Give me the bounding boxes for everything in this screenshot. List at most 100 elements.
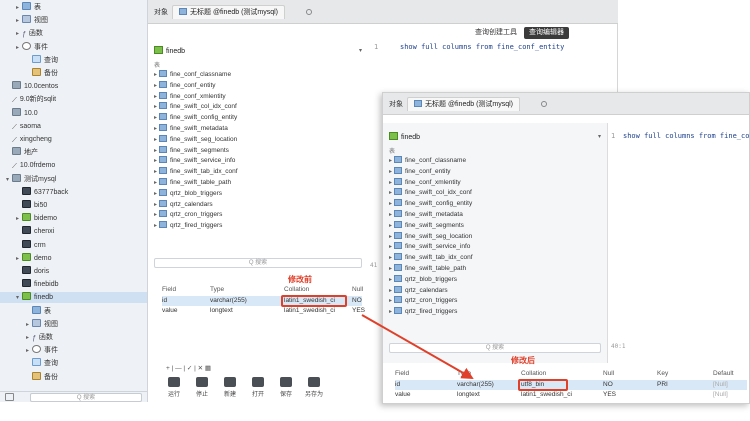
sidebar-item[interactable]: ▾ finedb [0, 292, 147, 304]
tab-objects[interactable]: 对象 [389, 99, 403, 109]
open-button[interactable]: 打开 [246, 377, 270, 398]
stop-button[interactable]: 停止 [190, 377, 214, 398]
new-button[interactable]: 新建 [218, 377, 242, 398]
column-header[interactable]: Field [162, 285, 176, 295]
object-search-input[interactable]: Q 搜索 [154, 258, 362, 268]
column-header[interactable]: Collation [521, 369, 546, 379]
table-list-item[interactable]: ▸ fine_swift_tab_idx_conf [154, 167, 238, 177]
sidebar-item[interactable]: doris [0, 266, 147, 277]
sidebar-item[interactable]: bi50 [0, 200, 147, 211]
table-cell[interactable]: [Null] [713, 390, 728, 400]
table-list-item[interactable]: ▸ fine_swift_config_entity [389, 199, 472, 209]
table-list-item[interactable]: ▸ fine_swift_table_path [389, 264, 466, 274]
sql-editor[interactable]: show full columns from fine_conf_entity [400, 43, 564, 51]
sidebar-item[interactable]: 10.0 [0, 107, 147, 119]
sidebar-item[interactable]: chenxi [0, 226, 147, 237]
table-cell[interactable]: [Null] [713, 380, 728, 390]
table-list-item[interactable]: ▸ fine_swift_seg_location [154, 134, 237, 145]
grid-edit-toolbar[interactable]: + | — | ✓ | ✕ ▦ [166, 364, 211, 372]
table-cell[interactable]: YES [603, 390, 616, 400]
sidebar-item[interactable]: 表 [0, 305, 147, 317]
sidebar-item[interactable]: ⟋ 9.0新的sqlit [0, 94, 147, 105]
table-cell[interactable]: varchar(255) [210, 296, 247, 306]
column-header[interactable]: Field [395, 369, 409, 379]
sidebar-item[interactable]: 查询 [0, 358, 147, 369]
table-cell[interactable]: latin1_swedish_ci [284, 306, 335, 316]
object-search-input[interactable]: Q 搜索 [389, 343, 601, 353]
table-cell[interactable]: id [162, 296, 167, 306]
query-builder-button[interactable]: 查询创建工具 [470, 27, 522, 39]
table-list-item[interactable]: ▸ qrtz_cron_triggers [389, 296, 457, 306]
table-cell[interactable]: value [162, 306, 178, 316]
table-list-item[interactable]: ▸ fine_swift_metadata [154, 124, 228, 134]
table-list-item[interactable]: ▸ fine_swift_segments [389, 220, 464, 231]
table-list-item[interactable]: ▸ fine_conf_xmlentity [154, 91, 226, 102]
table-list-item[interactable]: ▸ fine_swift_service_info [389, 242, 470, 252]
table-list-item[interactable]: ▸ qrtz_blob_triggers [154, 188, 222, 199]
sidebar-item[interactable]: ▸ demo [0, 252, 147, 264]
column-header[interactable]: Type [210, 285, 224, 295]
sidebar-item[interactable]: ⟋ 10.0frdemo [0, 160, 147, 171]
table-list-item[interactable]: ▸ fine_conf_entity [154, 80, 216, 91]
sidebar-search-input[interactable]: Q 搜索 [30, 393, 142, 402]
sidebar-item[interactable]: ▸ 事件 [0, 345, 147, 356]
sidebar-item[interactable]: ▸ ƒ 函数 [0, 28, 147, 39]
table-list-item[interactable]: ▸ fine_swift_metadata [389, 210, 463, 220]
column-header[interactable]: Null [603, 369, 614, 379]
sidebar-item[interactable]: ▾ 测试mysql [0, 173, 147, 185]
table-list-item[interactable]: ▸ qrtz_calendars [389, 285, 448, 296]
table-cell[interactable]: YES [352, 306, 365, 316]
column-header[interactable]: Default [713, 369, 734, 379]
table-list-item[interactable]: ▸ qrtz_fired_triggers [389, 307, 457, 317]
table-list-item[interactable]: ▸ fine_swift_col_idx_conf [154, 102, 237, 112]
table-list-item[interactable]: ▸ fine_swift_service_info [154, 156, 235, 166]
run-button[interactable]: 运行 [162, 377, 186, 398]
close-tab-icon[interactable] [541, 101, 547, 107]
table-cell[interactable]: latin1_swedish_ci [521, 390, 572, 400]
sidebar-item[interactable]: ▸ 表 [0, 2, 147, 13]
table-list-item[interactable]: ▸ qrtz_cron_triggers [154, 210, 222, 220]
table-list-item[interactable]: ▸ qrtz_blob_triggers [389, 274, 457, 285]
sidebar-item[interactable]: ▸ 视图 [0, 318, 147, 330]
table-cell[interactable]: PRI [657, 380, 668, 390]
query-editor-button[interactable]: 查询编辑器 [523, 27, 569, 39]
tab-query[interactable]: 无标题 @finedb (测试mysql) [407, 97, 521, 111]
table-cell[interactable]: NO [603, 380, 613, 390]
save-button[interactable]: 保存 [274, 377, 298, 398]
column-header[interactable]: Collation [284, 285, 309, 295]
sidebar-item[interactable]: ⟋ xingcheng [0, 134, 147, 145]
sidebar-item[interactable]: 10.0centos [0, 81, 147, 92]
table-cell[interactable]: longtext [457, 390, 480, 400]
table-list-item[interactable]: ▸ fine_swift_seg_location [389, 231, 472, 242]
table-cell[interactable]: value [395, 390, 411, 400]
sidebar-item[interactable]: 地产 [0, 147, 147, 158]
table-list-item[interactable]: ▸ qrtz_fired_triggers [154, 221, 222, 231]
save-as-button[interactable]: 另存为 [302, 377, 326, 398]
tab-query[interactable]: 无标题 @finedb (测试mysql) [172, 5, 286, 19]
close-tab-icon[interactable] [306, 9, 312, 15]
tab-objects[interactable]: 对象 [154, 7, 168, 17]
sidebar-item[interactable]: crm [0, 239, 147, 251]
sidebar-item[interactable]: ▸ 视图 [0, 15, 147, 26]
table-list-item[interactable]: ▸ fine_conf_entity [389, 166, 451, 177]
sidebar-item[interactable]: ▸ 事件 [0, 41, 147, 53]
table-cell[interactable]: id [395, 380, 400, 390]
database-selector[interactable]: finedb ▾ [154, 46, 362, 56]
table-list-item[interactable]: ▸ qrtz_calendars [154, 199, 213, 210]
table-list-item[interactable]: ▸ fine_conf_xmlentity [389, 177, 461, 188]
table-list-item[interactable]: ▸ fine_swift_tab_idx_conf [389, 253, 473, 263]
table-list-item[interactable]: ▸ fine_swift_col_idx_conf [389, 188, 472, 198]
table-cell[interactable]: NO [352, 296, 362, 306]
sidebar-item[interactable]: ▸ ƒ 函数 [0, 332, 147, 343]
sidebar-item[interactable]: 查询 [0, 54, 147, 66]
column-header[interactable]: Type [457, 369, 471, 379]
table-list-item[interactable]: ▸ fine_conf_classname [389, 156, 466, 166]
table-list-item[interactable]: ▸ fine_swift_table_path [154, 178, 231, 188]
table-list-item[interactable]: ▸ fine_swift_config_entity [154, 113, 237, 123]
sidebar-item[interactable]: finebidb [0, 279, 147, 290]
sidebar-item[interactable]: ▸ bidemo [0, 213, 147, 224]
table-cell[interactable]: varchar(255) [457, 380, 494, 390]
column-header[interactable]: Key [657, 369, 668, 379]
sidebar-item[interactable]: 备份 [0, 371, 147, 383]
table-cell[interactable]: longtext [210, 306, 233, 316]
